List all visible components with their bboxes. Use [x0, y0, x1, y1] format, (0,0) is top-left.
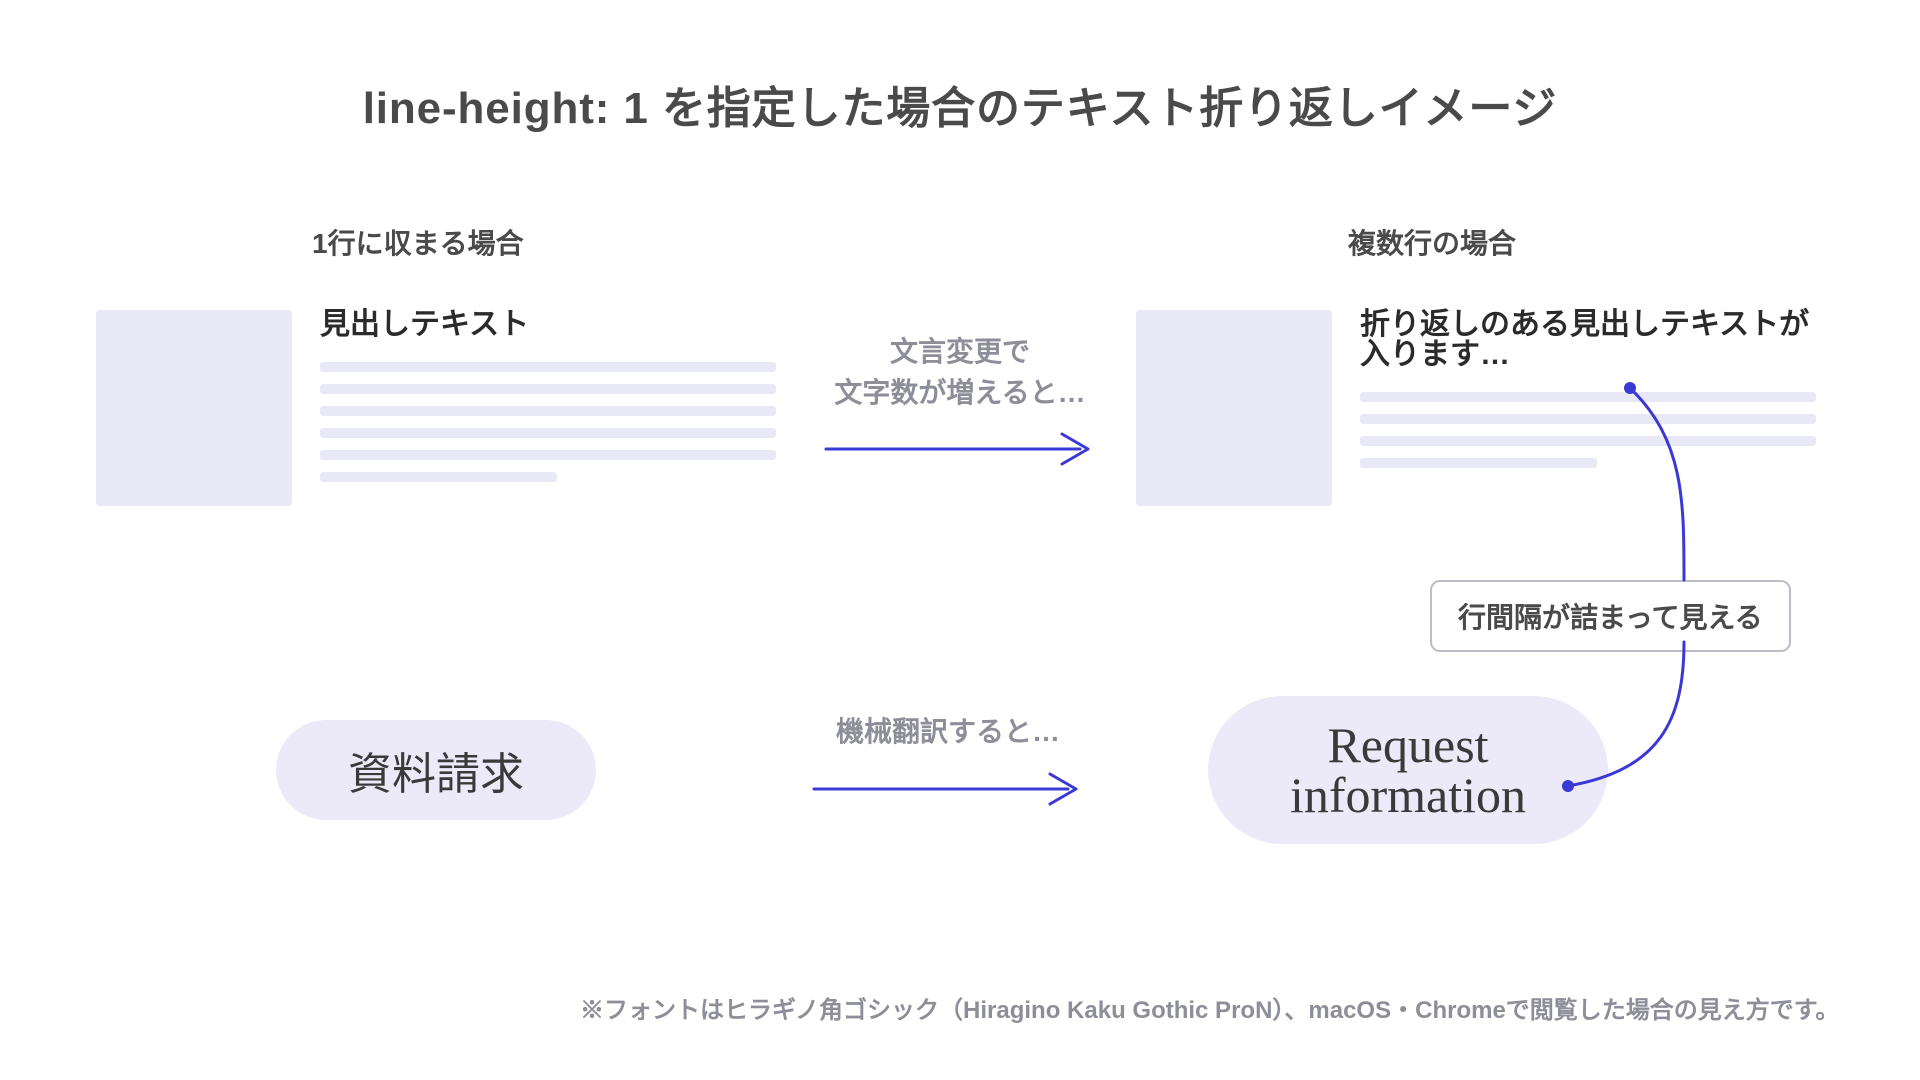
- arrow-right-icon: [812, 771, 1084, 807]
- arrow-caption-top: 文言変更で 文字数が増えると…: [834, 332, 1085, 413]
- case-label-multi: 複数行の場合: [1348, 222, 1516, 262]
- card-heading-single: 見出しテキスト: [320, 310, 776, 340]
- thumbnail-placeholder: [1136, 310, 1332, 506]
- skeleton-lines: [1360, 392, 1816, 468]
- footnote: ※フォントはヒラギノ角ゴシック（Hiragino Kaku Gothic Pro…: [580, 990, 1839, 1025]
- arrow-caption-bottom: 機械翻訳すると…: [836, 712, 1060, 753]
- page-title: line-height: 1 を指定した場合のテキスト折り返しイメージ: [0, 72, 1920, 136]
- skeleton-lines: [320, 362, 776, 482]
- thumbnail-placeholder: [96, 310, 292, 506]
- card-single-line: 見出しテキスト: [96, 310, 776, 506]
- annotation-label: 行間隔が詰まって見える: [1430, 580, 1791, 652]
- arrow-group-top: 文言変更で 文字数が増えると…: [820, 332, 1100, 467]
- pill-request-ja: 資料請求: [276, 720, 596, 820]
- pill-request-en: Request information: [1208, 696, 1608, 844]
- card-multi-line: 折り返しのある見出しテキストが入ります…: [1136, 310, 1816, 506]
- arrow-right-icon: [824, 431, 1096, 467]
- case-label-single: 1行に収まる場合: [312, 222, 524, 262]
- arrow-group-bottom: 機械翻訳すると…: [808, 712, 1088, 807]
- card-heading-multi: 折り返しのある見出しテキストが入ります…: [1360, 310, 1816, 370]
- annotation-leader-lines: [0, 0, 1920, 1080]
- pill-text: 資料請求: [348, 738, 524, 802]
- pill-text: Request information: [1290, 720, 1526, 820]
